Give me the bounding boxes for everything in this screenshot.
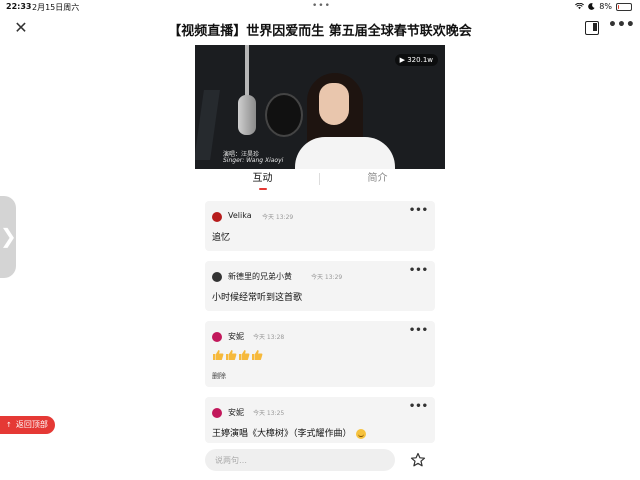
multitask-dots[interactable]: ••• [312, 1, 331, 11]
thumbs-up-icon [226, 350, 237, 360]
chevron-right-icon: ❯ [0, 224, 17, 248]
close-icon[interactable]: ✕ [12, 19, 30, 37]
comment-more-icon[interactable]: ••• [409, 325, 428, 336]
singer-face [319, 83, 349, 125]
comment-time: 今天 13:25 [253, 410, 285, 417]
battery-icon [616, 2, 632, 11]
tab-divider [319, 173, 320, 185]
comment-input[interactable] [205, 449, 395, 471]
singer-body [295, 137, 395, 169]
delete-comment-button[interactable]: 删除 [212, 371, 226, 381]
thumbs-up-icon [252, 350, 263, 360]
tab-intro[interactable]: 简介 [320, 170, 435, 192]
comment-username[interactable]: 安妮 [228, 331, 244, 342]
comment-time: 今天 13:29 [262, 214, 294, 221]
comment-more-icon[interactable]: ••• [409, 401, 428, 412]
avatar[interactable] [212, 272, 222, 282]
status-time: 22:33 [6, 2, 32, 11]
pop-filter [265, 93, 303, 137]
video-player[interactable]: 演唱：汪昊珍 Singer: Wang Xiaoyi ▶ 320.1w [195, 45, 445, 169]
battery-fill [618, 4, 619, 9]
comment-card: 新德里的兄弟小黄 今天 13:29 ••• 小时候经常听到这首歌 [205, 261, 435, 311]
star-icon[interactable] [410, 452, 426, 468]
status-date: 2月15日周六 [32, 3, 80, 12]
video-caption-english: Singer: Wang Xiaoyi [223, 157, 284, 164]
page-title: 【视频直播】世界因爱而生 第五届全球春节联欢晚会 [168, 24, 472, 39]
comment-username[interactable]: 安妮 [228, 407, 244, 418]
avatar[interactable] [212, 212, 222, 222]
battery-percent: 8% [599, 2, 612, 11]
comment-card: 安妮 今天 13:28 ••• 删除 [205, 321, 435, 387]
moon-icon [588, 3, 595, 10]
navigation-bar: ✕ 【视频直播】世界因爱而生 第五届全球春节联欢晚会 ••• [0, 14, 640, 44]
wifi-icon [575, 3, 585, 10]
view-count-badge: ▶ 320.1w [394, 54, 438, 66]
thumbs-up-emoji [212, 349, 263, 361]
comment-text-wrapper: 王婷演唱《大樟树》（李式耀作曲） [212, 426, 366, 439]
tab-interaction-label: 互动 [252, 173, 273, 184]
back-to-top-label: 返回顶部 [15, 420, 48, 429]
more-options-icon[interactable]: ••• [608, 17, 635, 33]
side-panel-handle[interactable]: ❯ [0, 196, 17, 278]
thumbs-up-icon [239, 350, 250, 360]
window-icon[interactable] [585, 21, 599, 35]
active-tab-indicator [258, 188, 267, 190]
comment-username[interactable]: 新德里的兄弟小黄 [228, 271, 292, 282]
tab-bar: 互动 简介 [205, 170, 435, 192]
comment-time: 今天 13:29 [311, 274, 343, 281]
comment-more-icon[interactable]: ••• [409, 265, 428, 276]
comment-time: 今天 13:28 [253, 334, 285, 341]
arrow-up-icon: ↑ [6, 421, 12, 429]
comment-more-icon[interactable]: ••• [409, 205, 428, 216]
thumbs-up-icon [213, 350, 224, 360]
microphone [238, 95, 256, 135]
tab-intro-label: 简介 [367, 173, 388, 184]
comment-text: 王婷演唱《大樟树》（李式耀作曲） [212, 429, 352, 439]
status-indicators: 8% [575, 2, 632, 11]
avatar[interactable] [212, 332, 222, 342]
avatar[interactable] [212, 408, 222, 418]
comment-card: 安妮 今天 13:25 ••• 王婷演唱《大樟树》（李式耀作曲） [205, 397, 435, 443]
back-to-top-button[interactable]: ↑ 返回顶部 [0, 416, 55, 434]
status-bar: 22:33 2月15日周六 ••• 8% [0, 0, 640, 14]
comment-text: 追忆 [212, 233, 231, 243]
music-stand [195, 90, 220, 160]
smile-emoji-icon [355, 428, 366, 439]
comment-text: 小时候经常听到这首歌 [212, 293, 303, 303]
comment-card: Velika 今天 13:29 ••• 追忆 [205, 201, 435, 251]
tab-interaction[interactable]: 互动 [205, 170, 320, 192]
comment-username[interactable]: Velika [228, 211, 252, 220]
